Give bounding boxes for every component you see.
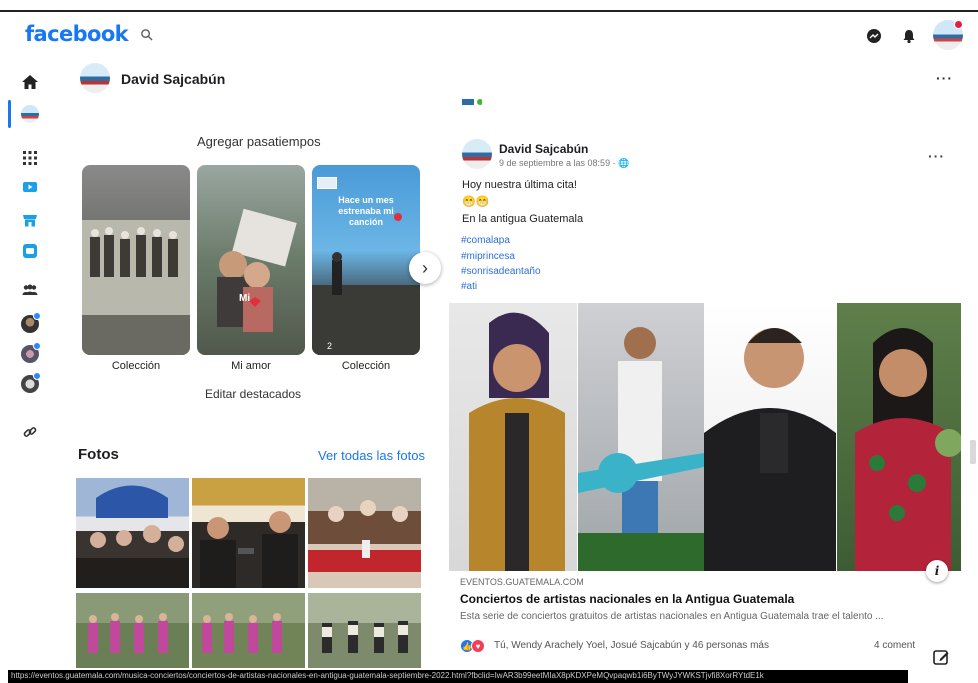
photo-thumb[interactable] — [192, 593, 305, 668]
link-preview-image[interactable] — [704, 303, 836, 571]
profile-avatar[interactable] — [80, 63, 110, 93]
info-icon: i — [934, 564, 940, 578]
highlight-label: Colección — [111, 360, 161, 372]
post-timestamp[interactable]: 9 de septiembre a las 08:59 · 🌐 — [499, 158, 629, 169]
highlight-label: Mi amor — [231, 360, 271, 372]
highlight-card[interactable]: Mi — [197, 165, 305, 355]
status-bar-url: https://eventos.guatemala.com/musica-con… — [8, 670, 908, 683]
profile-more-button[interactable]: ··· — [936, 70, 953, 86]
photo-thumb[interactable] — [76, 478, 189, 588]
link-icon[interactable] — [18, 422, 42, 442]
link-title[interactable]: Conciertos de artistas nacionales en la … — [460, 592, 794, 606]
profile-name[interactable]: David Sajcabún — [121, 71, 225, 87]
scrollbar-handle[interactable] — [970, 440, 976, 464]
highlight-count: 2 — [327, 341, 333, 351]
photo-thumb[interactable] — [308, 478, 421, 588]
group-1[interactable] — [18, 312, 42, 334]
link-domain[interactable]: EVENTOS.GUATEMALA.COM — [460, 577, 584, 587]
chevron-right-icon: › — [422, 257, 428, 278]
hashtag-link[interactable]: #miprincesa — [461, 251, 515, 262]
gaming-icon[interactable] — [18, 241, 42, 261]
notifications-icon[interactable] — [901, 28, 917, 44]
group-3[interactable] — [18, 372, 42, 394]
highlight-label: Colección — [341, 360, 391, 372]
post-text-line: Hoy nuestra última cita! — [462, 179, 577, 191]
home-icon[interactable] — [18, 72, 42, 92]
facebook-logo[interactable]: facebook — [25, 22, 129, 46]
comments-count[interactable]: 4 coment — [874, 640, 915, 651]
messenger-icon[interactable] — [866, 28, 882, 44]
highlight-card[interactable]: Hace un mes estrenaba mi canción 2 — [312, 165, 420, 355]
love-reaction-icon: ♥ — [471, 639, 485, 653]
highlight-card[interactable] — [82, 165, 190, 355]
previous-post-avatar — [462, 95, 482, 107]
link-preview-image[interactable] — [837, 303, 961, 571]
hashtag-link[interactable]: #ati — [461, 281, 477, 292]
see-all-photos-link[interactable]: Ver todas las fotos — [318, 448, 425, 463]
group-2[interactable] — [18, 342, 42, 364]
new-message-icon[interactable] — [932, 648, 950, 666]
hashtag-link[interactable]: #comalapa — [461, 235, 510, 246]
watch-icon[interactable] — [18, 178, 42, 198]
search-icon[interactable] — [140, 28, 153, 41]
top-border — [0, 10, 978, 12]
edit-highlights-button[interactable]: Editar destacados — [205, 387, 301, 401]
hashtag-link[interactable]: #sonrisadeantaño — [461, 266, 541, 277]
profile-icon[interactable] — [18, 104, 42, 124]
info-button[interactable]: i — [926, 560, 948, 582]
highlights-next-button[interactable]: › — [409, 252, 441, 284]
photo-thumb[interactable] — [308, 593, 421, 668]
post-author-avatar[interactable] — [462, 139, 492, 169]
highlight-overlay-text: Mi — [239, 293, 251, 304]
groups-icon[interactable] — [18, 280, 42, 300]
menu-grid-icon[interactable] — [18, 148, 42, 168]
marketplace-icon[interactable] — [18, 210, 42, 230]
reactions-summary[interactable]: Tú, Wendy Arachely Yoel, Josué Sajcabún … — [494, 640, 769, 651]
link-description[interactable]: Esta serie de conciertos gratuitos de ar… — [460, 611, 940, 622]
photos-title[interactable]: Fotos — [78, 446, 119, 463]
photo-thumb[interactable] — [192, 478, 305, 588]
photo-thumb[interactable] — [76, 593, 189, 668]
add-hobbies-link[interactable]: Agregar pasatiempos — [197, 134, 321, 149]
notification-badge — [954, 20, 963, 29]
reaction-icons[interactable]: 👍 ♥ — [460, 639, 485, 653]
post-text-line: 😁😁 — [462, 196, 490, 208]
link-preview-image[interactable] — [449, 303, 577, 571]
post-author-name[interactable]: David Sajcabún — [499, 142, 588, 156]
post-text-line: En la antigua Guatemala — [462, 213, 584, 225]
post-more-button[interactable]: ··· — [928, 148, 945, 164]
link-preview-image[interactable] — [578, 303, 704, 571]
rail-selected-indicator — [8, 100, 11, 128]
